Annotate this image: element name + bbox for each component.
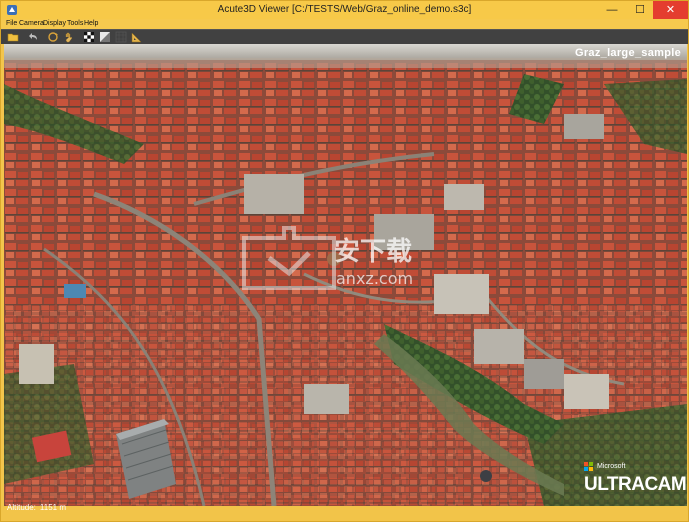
back-icon[interactable] xyxy=(28,31,40,43)
shading-icon[interactable] xyxy=(99,31,111,43)
status-bar: Altitude: 1151 m xyxy=(1,503,688,521)
pan-icon[interactable] xyxy=(63,31,75,43)
altitude-readout: Altitude: 1151 m xyxy=(7,503,66,512)
watermark-sub: anxz.com xyxy=(336,269,413,288)
watermark-logo: 安下载 anxz.com xyxy=(242,226,413,290)
title-bar[interactable]: Acute3D Viewer [C:/TESTS/Web/Graz_online… xyxy=(1,1,688,19)
menu-help[interactable]: Help xyxy=(84,19,98,28)
menu-tools[interactable]: Tools xyxy=(67,19,83,28)
menu-file[interactable]: File xyxy=(6,19,17,28)
menu-display[interactable]: Display xyxy=(43,19,66,28)
altitude-value: 1151 m xyxy=(39,503,66,512)
3d-viewport[interactable]: acute3D viewerTM Graz_large_sample 安下载 a… xyxy=(4,44,687,506)
microsoft-logo-icon xyxy=(584,462,593,471)
overlay-company: Microsoft xyxy=(597,463,626,470)
open-icon[interactable] xyxy=(7,31,19,43)
window-title: Acute3D Viewer [C:/TESTS/Web/Graz_online… xyxy=(217,4,472,15)
minimize-button[interactable]: — xyxy=(597,1,627,19)
rotate-icon[interactable] xyxy=(47,31,59,43)
application-window: Acute3D Viewer [C:/TESTS/Web/Graz_online… xyxy=(0,0,689,522)
project-name: Graz_large_sample xyxy=(575,47,681,59)
menu-bar: File Camera Display Tools Help xyxy=(1,19,688,29)
altitude-label: Altitude: xyxy=(7,503,36,512)
checker-icon[interactable] xyxy=(83,31,95,43)
toolbar xyxy=(1,29,688,44)
watermark-text: 安下载 xyxy=(334,237,412,267)
overlay-product: ULTRACAM xyxy=(584,474,687,495)
maximize-button[interactable]: ☐ xyxy=(625,1,655,19)
measure-icon[interactable] xyxy=(131,31,143,43)
close-button[interactable]: ✕ xyxy=(653,1,688,19)
grid-icon[interactable] xyxy=(115,31,127,43)
menu-camera[interactable]: Camera xyxy=(19,19,44,28)
